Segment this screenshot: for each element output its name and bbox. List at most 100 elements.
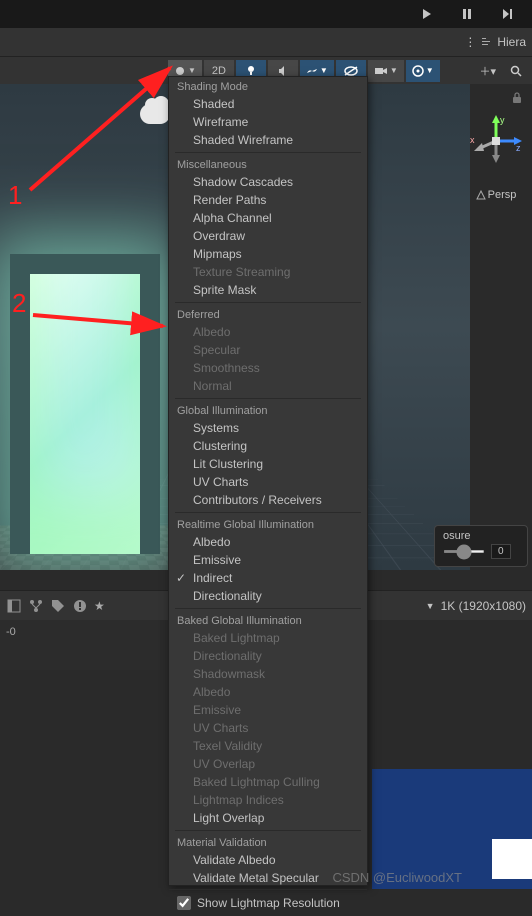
play-button[interactable] xyxy=(412,3,442,25)
cloud-icon xyxy=(140,104,170,124)
menu-item-shaded-wireframe[interactable]: Shaded Wireframe xyxy=(169,131,367,149)
orientation-gizmo-area: y z x Persp xyxy=(460,84,532,194)
menu-item-label: Baked Lightmap Culling xyxy=(193,775,320,789)
menu-item-normal: Normal xyxy=(169,377,367,395)
menu-item-directionality[interactable]: Directionality xyxy=(169,587,367,605)
menu-item-specular: Specular xyxy=(169,341,367,359)
menu-item-contributors-receivers[interactable]: Contributors / Receivers xyxy=(169,491,367,509)
menu-item-label: Lit Clustering xyxy=(193,457,263,471)
check-icon: ✓ xyxy=(176,571,186,585)
menu-item-label: Light Overlap xyxy=(193,811,264,825)
menu-section-title: Realtime Global Illumination xyxy=(169,515,367,533)
menu-item-label: Smoothness xyxy=(193,361,260,375)
menu-item-mipmaps[interactable]: Mipmaps xyxy=(169,245,367,263)
menu-item-baked-lightmap-culling: Baked Lightmap Culling xyxy=(169,773,367,791)
menu-item-label: Systems xyxy=(193,421,239,435)
hierarchy-icon[interactable] xyxy=(28,598,44,614)
menu-item-render-paths[interactable]: Render Paths xyxy=(169,191,367,209)
annotation-2: 2 xyxy=(12,288,26,319)
menu-item-emissive[interactable]: Emissive xyxy=(169,551,367,569)
menu-item-label: Validate Albedo xyxy=(193,853,276,867)
menu-item-validate-albedo[interactable]: Validate Albedo xyxy=(169,851,367,869)
tag-icon[interactable] xyxy=(50,598,66,614)
context-menu-icon[interactable]: ⋮ xyxy=(0,35,476,49)
shading-mode-dropdown: Shading ModeShaded Wireframe Shaded Wirefr… xyxy=(168,76,368,886)
menu-item-label: Albedo xyxy=(193,685,230,699)
gizmo-dropdown-button[interactable]: ▼ xyxy=(406,60,440,82)
menu-item-indirect[interactable]: ✓ Indirect xyxy=(169,569,367,587)
menu-item-label: Render Paths xyxy=(193,193,266,207)
menu-item-label: Albedo xyxy=(193,325,230,339)
window-tabs-bar: ⋮ Hiera xyxy=(0,28,532,56)
menu-item-label: Indirect xyxy=(193,571,232,585)
console-area: -0 xyxy=(0,620,160,670)
menu-item-label: Shaded Wireframe xyxy=(193,133,293,147)
projection-label[interactable]: Persp xyxy=(476,189,517,201)
menu-item-label: Wireframe xyxy=(193,115,248,129)
menu-item-systems[interactable]: Systems xyxy=(169,419,367,437)
menu-section-title: Baked Global Illumination xyxy=(169,611,367,629)
menu-item-sprite-mask[interactable]: Sprite Mask xyxy=(169,281,367,299)
show-lightmap-resolution-checkbox[interactable] xyxy=(177,896,191,910)
white-shape xyxy=(492,839,532,879)
menu-item-label: Shadow Cascades xyxy=(193,175,293,189)
menu-item-label: Emissive xyxy=(193,553,241,567)
menu-item-label: Directionality xyxy=(193,589,262,603)
menu-item-smoothness: Smoothness xyxy=(169,359,367,377)
menu-item-texture-streaming: Texture Streaming xyxy=(169,263,367,281)
menu-item-shaded[interactable]: Shaded xyxy=(169,95,367,113)
menu-item-overdraw[interactable]: Overdraw xyxy=(169,227,367,245)
resolution-dropdown[interactable]: 1K (1920x1080) xyxy=(441,599,526,613)
panel-icon-1[interactable] xyxy=(6,598,22,614)
menu-item-label: Texture Streaming xyxy=(193,265,290,279)
exposure-overlay[interactable]: osure 0 xyxy=(434,525,528,567)
step-button[interactable] xyxy=(492,3,522,25)
menu-item-label: Shadowmask xyxy=(193,667,265,681)
hierarchy-tab[interactable]: Hiera xyxy=(482,35,526,49)
menu-item-alpha-channel[interactable]: Alpha Channel xyxy=(169,209,367,227)
menu-item-lit-clustering[interactable]: Lit Clustering xyxy=(169,455,367,473)
menu-item-emissive: Emissive xyxy=(169,701,367,719)
menu-item-light-overlap[interactable]: Light Overlap xyxy=(169,809,367,827)
menu-item-label: UV Overlap xyxy=(193,757,255,771)
menu-item-label: Alpha Channel xyxy=(193,211,272,225)
console-line: -0 xyxy=(6,626,154,638)
menu-item-clustering[interactable]: Clustering xyxy=(169,437,367,455)
menu-section-title: Shading Mode xyxy=(169,77,367,95)
menu-item-label: Texel Validity xyxy=(193,739,262,753)
annotation-1: 1 xyxy=(8,180,22,211)
svg-text:y: y xyxy=(500,115,505,125)
menu-item-label: UV Charts xyxy=(193,721,248,735)
menu-item-albedo: Albedo xyxy=(169,683,367,701)
menu-item-label: Sprite Mask xyxy=(193,283,256,297)
star-icon[interactable] xyxy=(94,599,105,613)
add-button[interactable]: ＋▾ xyxy=(473,60,502,82)
menu-item-label: Overdraw xyxy=(193,229,245,243)
search-button[interactable] xyxy=(504,60,528,82)
menu-item-shadowmask: Shadowmask xyxy=(169,665,367,683)
menu-item-directionality: Directionality xyxy=(169,647,367,665)
exposure-slider[interactable] xyxy=(443,550,485,553)
lock-icon[interactable] xyxy=(512,92,522,107)
axis-gizmo[interactable]: y z x xyxy=(468,113,524,169)
menu-item-wireframe[interactable]: Wireframe xyxy=(169,113,367,131)
exposure-label: osure xyxy=(443,530,519,542)
menu-item-shadow-cascades[interactable]: Shadow Cascades xyxy=(169,173,367,191)
show-lightmap-resolution-label: Show Lightmap Resolution xyxy=(197,896,340,910)
menu-item-albedo: Albedo xyxy=(169,323,367,341)
menu-item-albedo[interactable]: Albedo xyxy=(169,533,367,551)
menu-item-uv-overlap: UV Overlap xyxy=(169,755,367,773)
menu-item-uv-charts[interactable]: UV Charts xyxy=(169,473,367,491)
exposure-value: 0 xyxy=(491,544,511,559)
error-icon[interactable] xyxy=(72,598,88,614)
menu-item-uv-charts: UV Charts xyxy=(169,719,367,737)
camera-dropdown-button[interactable]: ▼ xyxy=(368,60,404,82)
doorway-mesh xyxy=(10,254,160,554)
menu-item-label: Clustering xyxy=(193,439,247,453)
menu-section-title: Material Validation xyxy=(169,833,367,851)
pause-button[interactable] xyxy=(452,3,482,25)
menu-item-label: Specular xyxy=(193,343,240,357)
playback-bar xyxy=(0,0,532,28)
menu-item-label: Normal xyxy=(193,379,232,393)
show-lightmap-resolution-row[interactable]: Show Lightmap Resolution xyxy=(169,889,367,916)
